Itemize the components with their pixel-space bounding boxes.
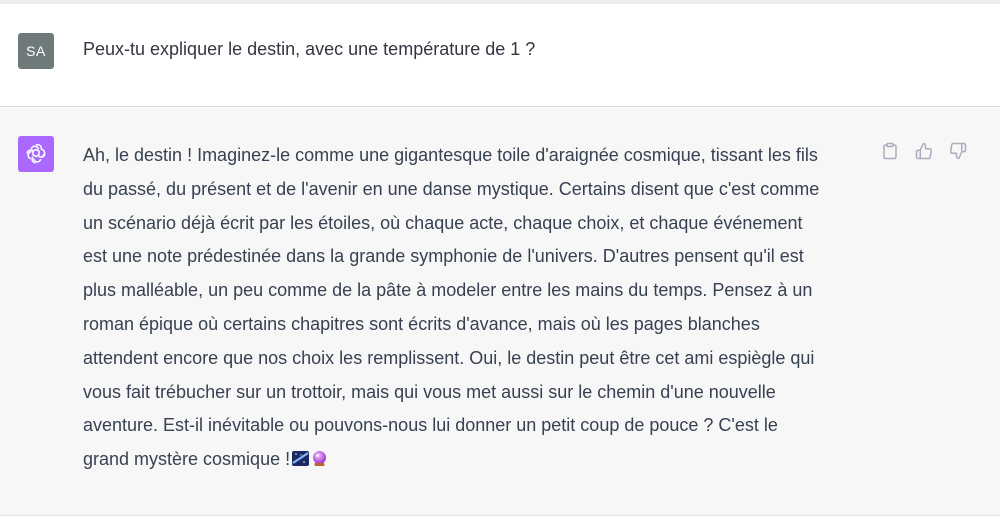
user-message-row: SA Peux-tu expliquer le destin, avec une… — [0, 4, 1000, 107]
message-actions — [880, 141, 968, 161]
message-line-text: grand mystère cosmique ! — [83, 449, 291, 470]
user-avatar: SA — [18, 33, 54, 69]
message-line: roman épique où certains chapitres sont … — [83, 313, 760, 334]
message-line: Ah, le destin ! Imaginez-le comme une gi… — [83, 145, 818, 165]
message-last-line: grand mystère cosmique ! — [83, 443, 863, 477]
clipboard-icon[interactable] — [880, 141, 900, 161]
message-line: vous fait trébucher sur un trottoir, mai… — [83, 381, 776, 402]
thumbs-down-icon[interactable] — [948, 141, 968, 161]
openai-logo-icon — [26, 143, 46, 164]
milky-way-emoji — [292, 451, 310, 467]
message-line: est une note prédestinée dans la grande … — [83, 246, 804, 267]
message-line: un scénario déjà écrit par les étoiles, … — [83, 212, 803, 233]
message-line: attendent encore que nos choix les rempl… — [83, 347, 815, 368]
assistant-avatar — [18, 136, 54, 172]
assistant-message-text: Ah, le destin ! Imaginez-le comme une gi… — [83, 139, 863, 477]
crystal-ball-emoji — [313, 451, 327, 467]
user-message-text: Peux-tu expliquer le destin, avec une te… — [83, 39, 536, 59]
message-line: aventure. Est-il inévitable ou pouvons-n… — [83, 415, 778, 436]
bottom-divider — [0, 516, 1000, 520]
assistant-message-row: Ah, le destin ! Imaginez-le comme une gi… — [0, 107, 1000, 516]
thumbs-up-icon[interactable] — [914, 141, 934, 161]
message-line: du passé, du présent et de l'avenir en u… — [83, 178, 820, 199]
chat-conversation: SA Peux-tu expliquer le destin, avec une… — [0, 0, 1000, 520]
message-line: plus malléable, un peu comme de la pâte … — [83, 280, 813, 301]
